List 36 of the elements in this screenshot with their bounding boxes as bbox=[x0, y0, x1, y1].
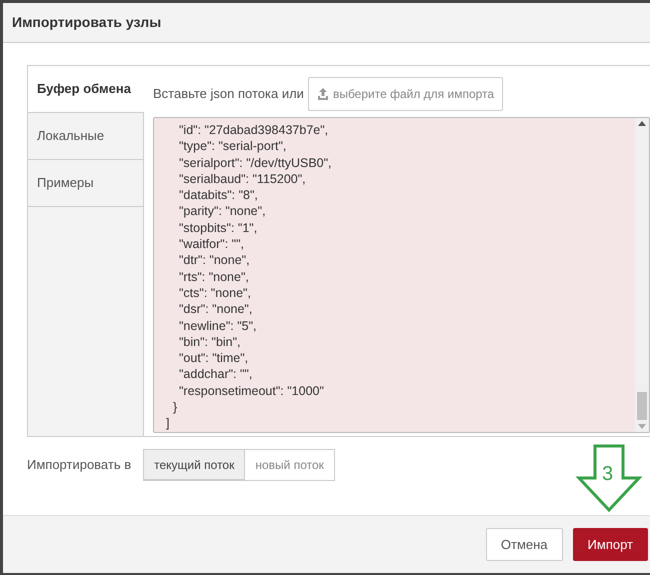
code-line: "databits": "8", bbox=[179, 188, 258, 202]
tab[interactable]: Буфер обмена bbox=[28, 66, 144, 113]
code-line: "out": "time", bbox=[179, 351, 248, 366]
code-line: "addchar": "", bbox=[179, 367, 252, 382]
scroll-up-icon[interactable] bbox=[638, 121, 646, 126]
code-line: "bin": "bin", bbox=[179, 334, 241, 349]
code-line: "responsetimeout": "1000" bbox=[179, 384, 324, 398]
code-line: "stopbits": "1", bbox=[179, 220, 258, 235]
code-line: "type": "serial-port", bbox=[179, 139, 286, 154]
code-line: "parity": "none", bbox=[179, 204, 266, 218]
code-line: "newline": "5", bbox=[179, 318, 257, 333]
toggle-option[interactable]: новый поток bbox=[244, 449, 335, 481]
down-arrow-icon bbox=[575, 443, 643, 513]
select-file-button[interactable]: выберите файл для импорта bbox=[308, 77, 504, 111]
code-line: "cts": "none", bbox=[179, 286, 251, 300]
code-line: } bbox=[173, 400, 178, 414]
json-textarea[interactable] bbox=[153, 117, 650, 433]
scroll-down-icon[interactable] bbox=[638, 424, 646, 429]
import-to-label: Импортировать в bbox=[27, 456, 132, 474]
cancel-button[interactable]: Отмена bbox=[486, 528, 563, 561]
scrollbar-thumb[interactable] bbox=[637, 392, 647, 420]
code-line: "serialbaud": "115200", bbox=[179, 172, 306, 186]
upload-icon bbox=[316, 88, 329, 100]
toggle-option[interactable]: текущий поток bbox=[143, 449, 246, 481]
import-prompt: Вставьте json потока или bbox=[153, 85, 304, 104]
code-line: "serialport": "/dev/ttyUSB0", bbox=[179, 156, 332, 170]
dialog-title: Импортировать узлы bbox=[12, 13, 162, 32]
code-line: "dsr": "none", bbox=[179, 302, 252, 316]
code-line: "waitfor": "", bbox=[179, 237, 244, 252]
code-line: "id": "27dabad398437b7e", bbox=[179, 123, 328, 137]
code-line: "rts": "none", bbox=[179, 270, 249, 284]
step-number: 3 bbox=[602, 463, 614, 485]
code-line: ] bbox=[166, 416, 170, 430]
code-line: "dtr": "none", bbox=[179, 253, 250, 268]
import-button[interactable]: Импорт bbox=[572, 528, 648, 561]
scrollbar[interactable] bbox=[635, 118, 649, 432]
